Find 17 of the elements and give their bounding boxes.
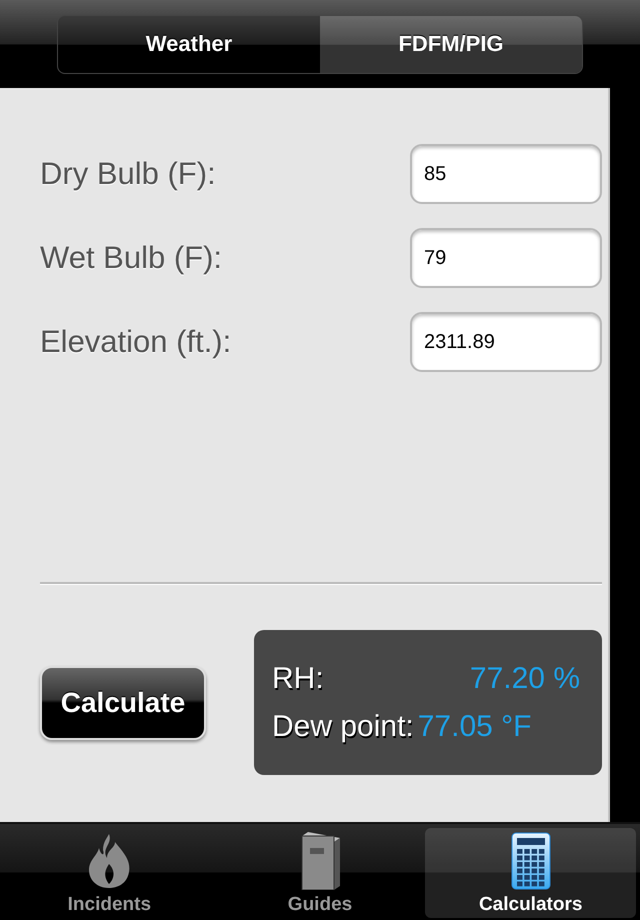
field-label: Wet Bulb (F): [40, 240, 222, 276]
result-label: Dew point: [272, 710, 414, 744]
result-value: 77.20 % [468, 662, 581, 696]
result-label: RH: [272, 662, 325, 696]
calculate-button[interactable]: Calculate [40, 666, 206, 740]
input-field[interactable]: 79 [410, 228, 602, 288]
input-field[interactable]: 2311.89 [410, 312, 602, 372]
segment-tab[interactable]: FDFM/PIG [320, 16, 582, 72]
tab-item[interactable]: Guides [214, 828, 426, 918]
field-label: Elevation (ft.): [40, 324, 232, 360]
field-label: Dry Bulb (F): [40, 156, 216, 192]
input-field[interactable]: 85 [410, 144, 602, 204]
calculator-icon [510, 832, 551, 890]
tab-item[interactable]: Calculators [425, 828, 636, 918]
result-value: 77.05 °F [416, 710, 532, 744]
tab-item[interactable]: Incidents [4, 828, 215, 918]
segment-tab[interactable]: Weather [58, 16, 320, 72]
